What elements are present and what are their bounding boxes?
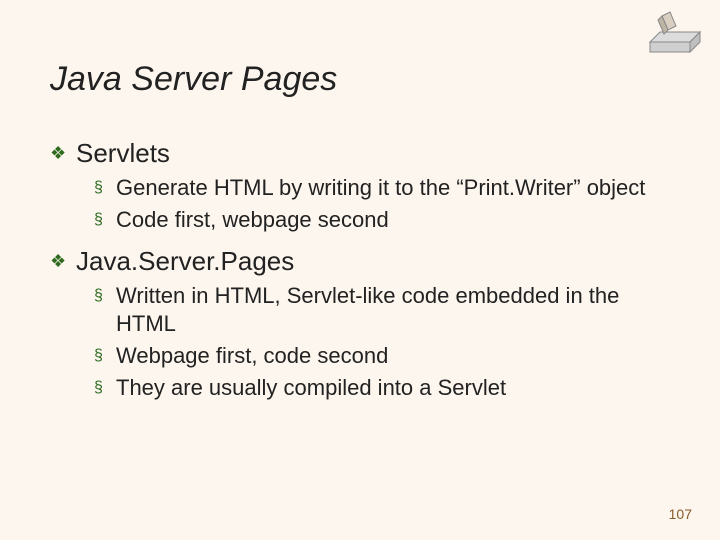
bullet-text: Code first, webpage second <box>116 206 389 234</box>
square-icon: § <box>94 206 116 234</box>
bullet-heading: Java.Server.Pages <box>76 246 294 276</box>
bullet-level2: § Webpage first, code second <box>94 342 670 370</box>
square-icon: § <box>94 174 116 202</box>
bullet-text: Written in HTML, Servlet-like code embed… <box>116 282 656 338</box>
corner-decoration-icon <box>642 6 708 56</box>
slide-content: ❖ Servlets § Generate HTML by writing it… <box>50 130 670 414</box>
square-icon: § <box>94 374 116 402</box>
bullet-level2: § Code first, webpage second <box>94 206 670 234</box>
slide-title: Java Server Pages <box>50 60 337 99</box>
page-number: 107 <box>669 506 692 522</box>
diamond-icon: ❖ <box>50 138 76 168</box>
square-icon: § <box>94 342 116 370</box>
square-icon: § <box>94 282 116 310</box>
bullet-text: They are usually compiled into a Servlet <box>116 374 506 402</box>
bullet-level2: § They are usually compiled into a Servl… <box>94 374 670 402</box>
bullet-level1: ❖ Java.Server.Pages <box>50 246 670 276</box>
bullet-text: Generate HTML by writing it to the “Prin… <box>116 174 645 202</box>
bullet-level2: § Generate HTML by writing it to the “Pr… <box>94 174 670 202</box>
bullet-level1: ❖ Servlets <box>50 138 670 168</box>
sub-bullets: § Generate HTML by writing it to the “Pr… <box>94 174 670 234</box>
sub-bullets: § Written in HTML, Servlet-like code emb… <box>94 282 670 402</box>
bullet-heading: Servlets <box>76 138 170 168</box>
diamond-icon: ❖ <box>50 246 76 276</box>
bullet-level2: § Written in HTML, Servlet-like code emb… <box>94 282 670 338</box>
bullet-text: Webpage first, code second <box>116 342 388 370</box>
